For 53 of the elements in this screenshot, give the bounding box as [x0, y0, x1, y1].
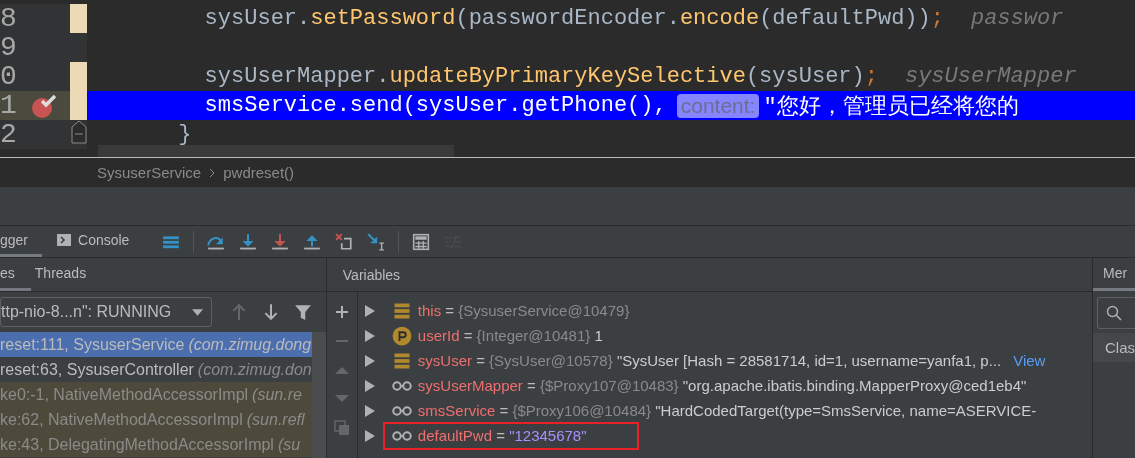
line-number: 9: [0, 33, 18, 62]
parameter-hint: content:: [676, 93, 760, 118]
tab[interactable]: gger: [0, 226, 43, 257]
code-text: sysUser.setPassword(passwordEncoder.encode(defaultPwd));: [203, 6, 944, 31]
drop-frame-icon[interactable]: [334, 232, 355, 251]
view-link[interactable]: View: [1013, 352, 1046, 369]
code-text: smsService.send(sysUser.getPhone(),: [203, 93, 667, 118]
expand-icon[interactable]: [364, 304, 375, 317]
expand-icon[interactable]: [364, 379, 375, 392]
inline-debug-value: passwor: [970, 6, 1064, 31]
breadcrumb-item[interactable]: pwdreset(): [223, 164, 295, 181]
step-into-icon[interactable]: [238, 232, 259, 251]
tab[interactable]: Console: [56, 226, 142, 257]
run-to-cursor-icon[interactable]: [366, 232, 387, 251]
variable-entry[interactable]: smsService = {$Proxy106@10484} "HardCodedTarget(type=SmsService, name=ASERVICE-: [417, 402, 1037, 419]
search-field[interactable]: [1097, 297, 1135, 329]
down-arrow-icon[interactable]: [262, 303, 280, 321]
tab[interactable]: Mer: [1093, 258, 1135, 291]
expand-icon[interactable]: [364, 329, 375, 342]
line-number: 1: [0, 91, 18, 120]
parameter-icon: [390, 325, 413, 346]
variable-entry[interactable]: this = {SysuserService@10479}: [417, 302, 630, 319]
inline-debug-value: sysUserMapper: [904, 64, 1077, 89]
code-text: ″您好，管理员已经将您的: [763, 93, 1019, 121]
scrollbar-thumb[interactable]: [98, 145, 454, 157]
thread-dropdown[interactable]: ttp-nio-8...n": RUNNING: [0, 297, 212, 327]
tab[interactable]: es: [0, 258, 31, 291]
tab[interactable]: Threads: [34, 258, 103, 291]
scrollbar-thumb[interactable]: [312, 332, 326, 458]
variable-entry[interactable]: sysUser = {SysUser@10578} "SysUser [Hash = 28581714, id=1, username=yanfa1, p...: [417, 352, 1002, 369]
expand-icon[interactable]: [364, 354, 375, 367]
fold-icon[interactable]: [70, 120, 87, 144]
line-number: 2: [0, 120, 18, 149]
breadcrumb-item[interactable]: SysuserService: [97, 164, 202, 181]
calculator-icon[interactable]: [411, 232, 432, 251]
plus-icon[interactable]: [333, 304, 350, 320]
filter-icon[interactable]: [294, 303, 312, 321]
panel-title: Variables: [342, 266, 401, 283]
chevron-icon: [209, 167, 216, 178]
caret-icon: [192, 308, 203, 316]
console-icon: [56, 232, 73, 248]
force-step-into-icon[interactable]: [270, 232, 291, 251]
expand-icon[interactable]: [364, 429, 375, 442]
code-text: sysUserMapper.updateByPrimaryKeySelective(sysUser);: [203, 64, 878, 89]
stack-frame[interactable]: reset:63, SysuserController (com.zimug.don: [0, 357, 312, 382]
search-icon: [1106, 305, 1122, 321]
column-header[interactable]: Clas: [1093, 333, 1135, 362]
expand-icon[interactable]: [364, 404, 375, 417]
code-text: }: [177, 122, 192, 147]
line-number: 8: [0, 4, 18, 33]
variable-entry[interactable]: sysUserMapper = {$Proxy107@10483} "org.apache.ibatis.binding.MapperProxy@ced1eb4": [417, 377, 1027, 394]
variable-entry[interactable]: userId = {Integer@10481} 1: [417, 327, 603, 344]
line-number: 0: [0, 62, 18, 91]
